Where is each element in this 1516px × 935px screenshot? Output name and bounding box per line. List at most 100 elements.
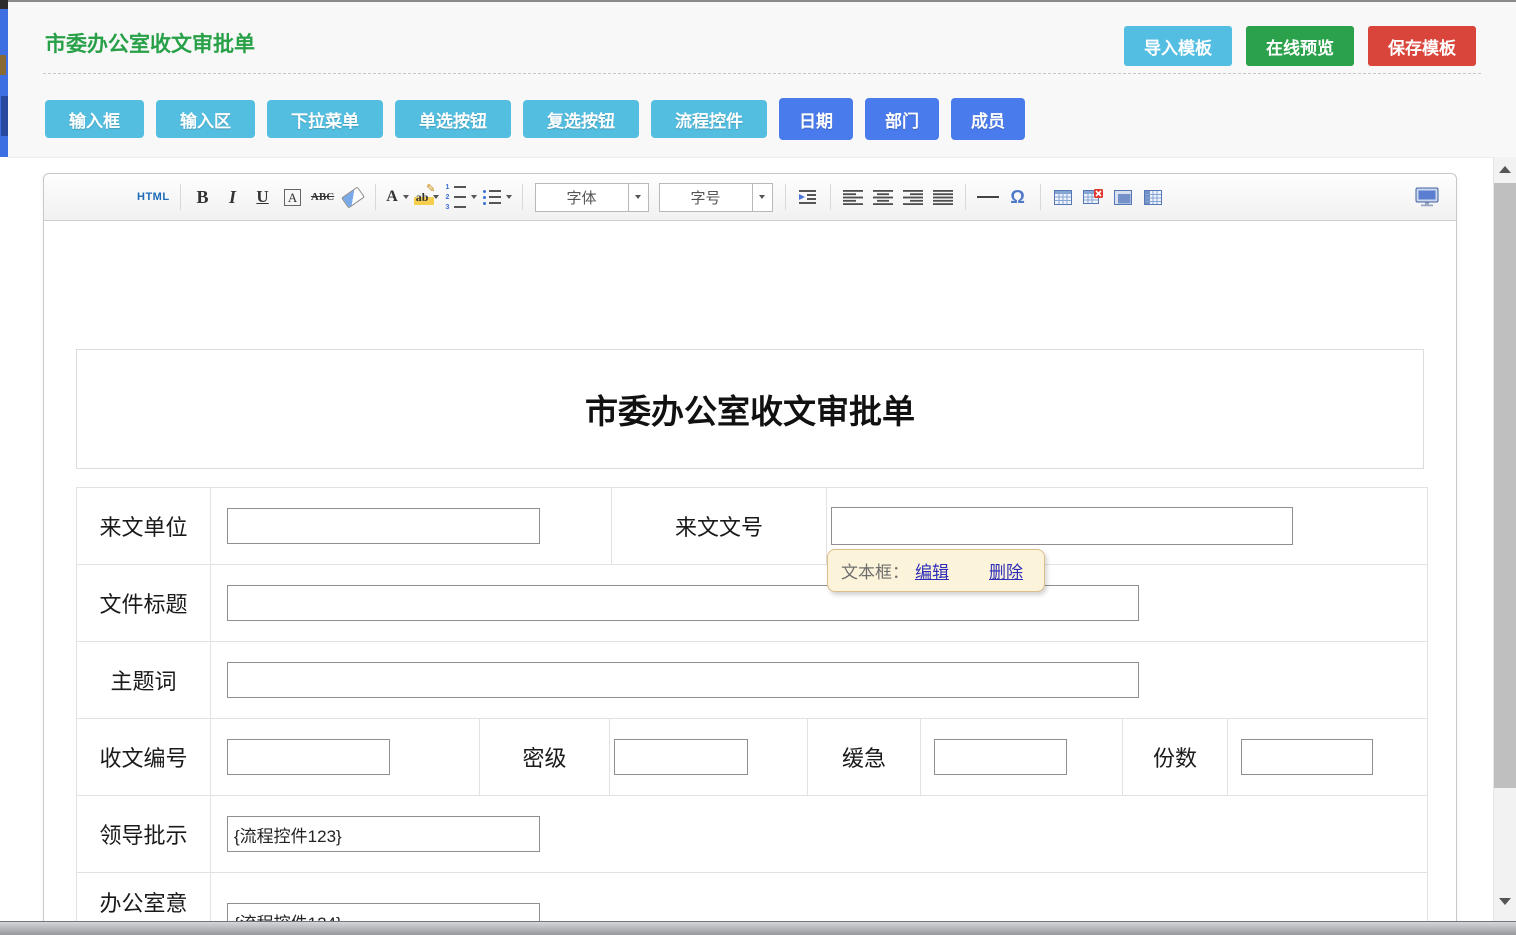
italic-button[interactable]: I xyxy=(221,183,245,211)
textarea-button[interactable]: 输入区 xyxy=(156,100,255,138)
bold-button[interactable]: B xyxy=(191,183,215,211)
urgency-label: 缓急 xyxy=(807,719,920,795)
document-title: 市委办公室收文审批单 xyxy=(585,385,915,433)
chevron-down-icon xyxy=(635,195,641,199)
document-title-cell[interactable]: 市委办公室收文审批单 xyxy=(76,349,1424,469)
cell-properties-button[interactable] xyxy=(1141,183,1165,211)
table-row: 文件标题 xyxy=(77,564,1427,641)
leader-note-input[interactable] xyxy=(227,816,540,852)
special-char-button[interactable]: Ω xyxy=(1006,183,1030,211)
align-justify-button[interactable] xyxy=(931,183,955,211)
char-border-button[interactable]: A xyxy=(281,183,305,211)
remove-format-button[interactable] xyxy=(341,183,365,211)
incoming-unit-cell xyxy=(210,488,611,564)
toolbar-separator xyxy=(522,184,523,210)
input-box-button[interactable]: 输入框 xyxy=(45,100,144,138)
ordered-list-icon: 1 2 3 xyxy=(446,184,466,211)
department-button[interactable]: 部门 xyxy=(865,98,939,140)
scroll-up-icon[interactable] xyxy=(1499,166,1511,173)
toolbar-separator xyxy=(375,184,376,210)
highlight-color-button[interactable]: ab ✎ xyxy=(416,183,440,211)
underline-button[interactable]: U xyxy=(251,183,275,211)
toolbar-separator xyxy=(785,184,786,210)
cell-properties-icon xyxy=(1144,190,1162,205)
flow-control-button[interactable]: 流程控件 xyxy=(651,100,767,138)
ordered-list-button[interactable]: 1 2 3 xyxy=(446,183,477,211)
secrecy-cell xyxy=(609,719,807,795)
delete-table-button[interactable] xyxy=(1081,183,1105,211)
tooltip-label: 文本框： xyxy=(841,558,909,583)
scrollbar-thumb[interactable] xyxy=(1494,183,1516,788)
highlight-icon: ab ✎ xyxy=(416,188,429,206)
leader-note-cell xyxy=(210,796,1427,872)
receipt-no-input[interactable] xyxy=(227,739,390,775)
font-size-select[interactable]: 字号 xyxy=(659,183,773,212)
save-template-button[interactable]: 保存模板 xyxy=(1368,26,1476,66)
chevron-down-icon xyxy=(433,195,439,199)
align-right-button[interactable] xyxy=(901,183,925,211)
left-strip-mark xyxy=(1,96,8,136)
copies-label: 份数 xyxy=(1122,719,1227,795)
checkbox-button[interactable]: 复选按钮 xyxy=(523,100,639,138)
font-color-icon: A xyxy=(386,188,398,206)
font-color-button[interactable]: A xyxy=(386,183,410,211)
template-actions: 导入模板 在线预览 保存模板 xyxy=(1124,26,1476,66)
font-family-dropdown[interactable] xyxy=(628,184,648,211)
editor-panel: HTML B I U A ABC A ab ✎ xyxy=(43,173,1457,935)
doc-title-cell xyxy=(210,565,1427,641)
editor-toolbar: HTML B I U A ABC A ab ✎ xyxy=(44,174,1456,221)
align-left-button[interactable] xyxy=(841,183,865,211)
scroll-down-icon[interactable] xyxy=(1499,898,1511,905)
receipt-no-label: 收文编号 xyxy=(77,719,210,795)
copies-cell xyxy=(1227,719,1427,795)
insert-table-button[interactable] xyxy=(1051,183,1075,211)
font-family-select[interactable]: 字体 xyxy=(535,183,649,212)
bullet-list-button[interactable] xyxy=(483,183,512,211)
font-family-value: 字体 xyxy=(536,184,628,211)
align-center-button[interactable] xyxy=(871,183,895,211)
table-row: 来文单位 来文文号 xyxy=(77,488,1427,564)
form-table: 来文单位 来文文号 文件标题 主题词 xyxy=(76,487,1428,935)
chevron-down-icon xyxy=(759,195,765,199)
subject-input[interactable] xyxy=(227,662,1139,698)
urgency-input[interactable] xyxy=(934,739,1067,775)
incoming-unit-label: 来文单位 xyxy=(77,488,210,564)
copies-input[interactable] xyxy=(1241,739,1373,775)
dropdown-menu-button[interactable]: 下拉菜单 xyxy=(267,100,383,138)
strikethrough-icon: ABC xyxy=(311,191,334,203)
strikethrough-button[interactable]: ABC xyxy=(311,183,335,211)
html-source-button[interactable]: HTML xyxy=(137,183,170,211)
table-row: 主题词 xyxy=(77,641,1427,718)
online-preview-button[interactable]: 在线预览 xyxy=(1246,26,1354,66)
font-size-value: 字号 xyxy=(660,184,752,211)
urgency-cell xyxy=(920,719,1122,795)
toolbar-separator xyxy=(1040,184,1041,210)
horizontal-rule-button[interactable] xyxy=(976,183,1000,211)
table-properties-icon xyxy=(1114,190,1132,205)
app-window: 市委办公室收文审批单 导入模板 在线预览 保存模板 输入框 输入区 下拉菜单 单… xyxy=(0,0,1516,935)
subject-label: 主题词 xyxy=(77,642,210,718)
import-template-button[interactable]: 导入模板 xyxy=(1124,26,1232,66)
left-strip-mark xyxy=(0,55,6,75)
fullscreen-button[interactable] xyxy=(1415,183,1439,211)
align-center-icon xyxy=(873,190,893,205)
radio-button-button[interactable]: 单选按钮 xyxy=(395,100,511,138)
bullet-list-icon xyxy=(483,190,501,205)
html-icon: HTML xyxy=(137,191,170,203)
toolbar-separator xyxy=(180,184,181,210)
align-left-icon xyxy=(843,190,863,205)
delete-link[interactable]: 删除 xyxy=(989,558,1023,583)
table-properties-button[interactable] xyxy=(1111,183,1135,211)
indent-button[interactable] xyxy=(796,183,820,211)
table-row: 收文编号 密级 缓急 份数 xyxy=(77,718,1427,795)
edit-link[interactable]: 编辑 xyxy=(915,558,949,583)
vertical-scrollbar[interactable] xyxy=(1493,157,1516,921)
date-button[interactable]: 日期 xyxy=(779,98,853,140)
font-size-dropdown[interactable] xyxy=(752,184,772,211)
italic-icon: I xyxy=(229,187,236,208)
member-button[interactable]: 成员 xyxy=(951,98,1025,140)
incoming-unit-input[interactable] xyxy=(227,508,540,544)
secrecy-input[interactable] xyxy=(614,739,748,775)
incoming-no-input[interactable] xyxy=(831,507,1293,545)
boxed-a-icon: A xyxy=(284,189,301,206)
